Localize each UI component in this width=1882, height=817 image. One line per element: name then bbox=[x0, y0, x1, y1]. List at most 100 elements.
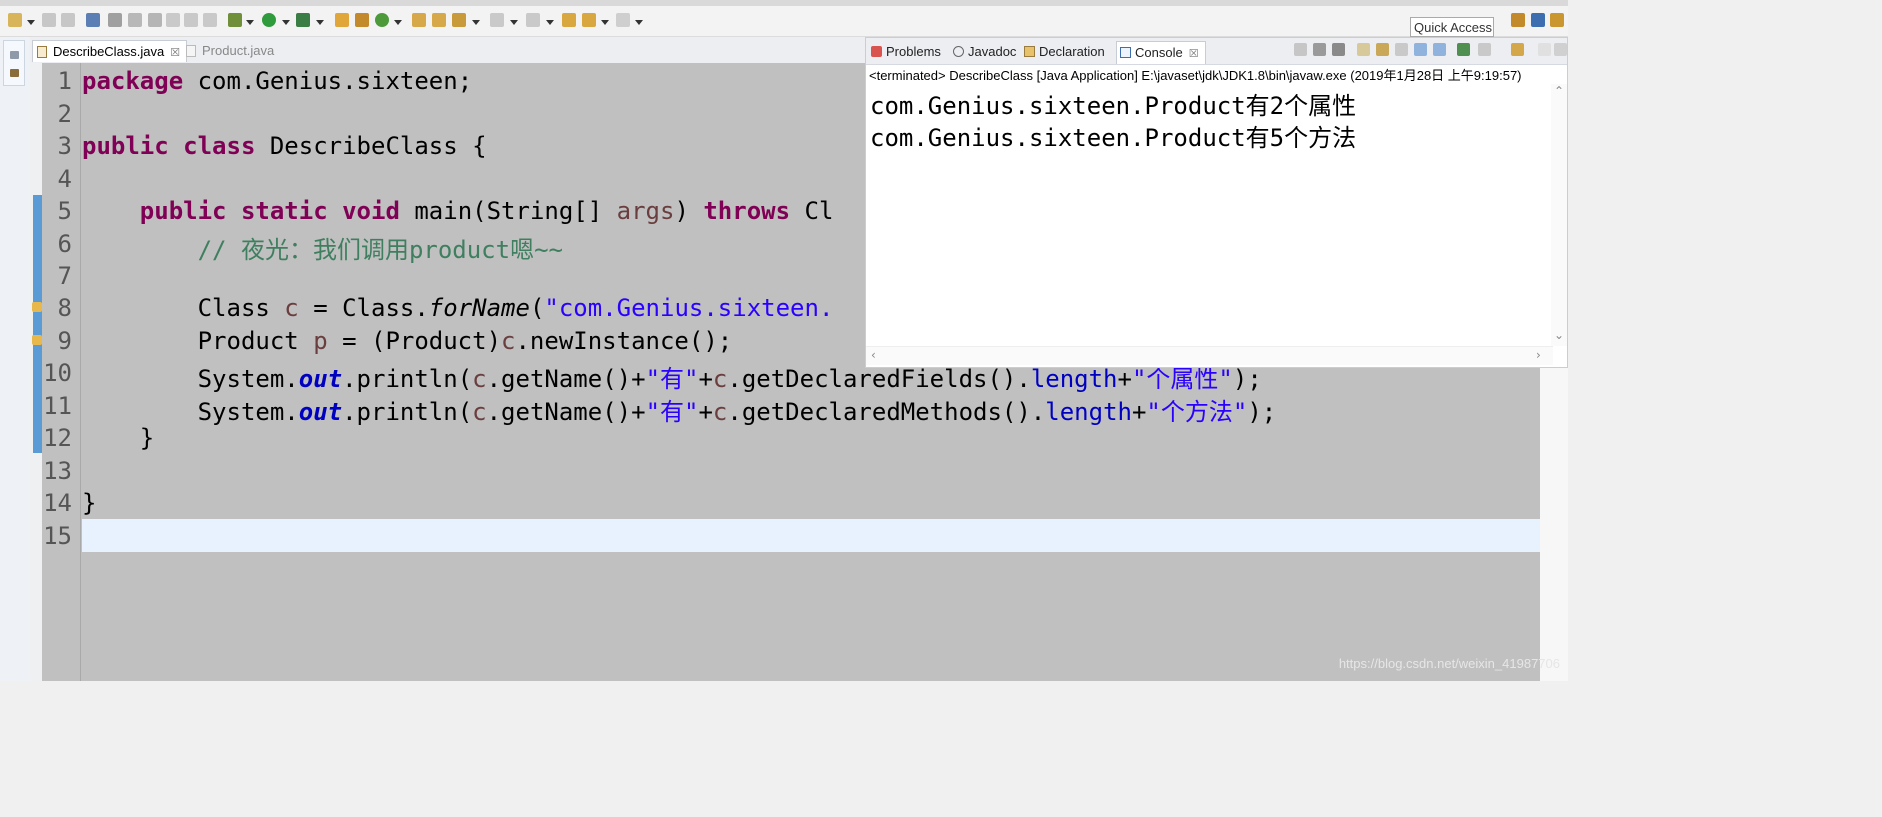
pin-icon[interactable] bbox=[86, 13, 100, 27]
debug-dropdown-icon[interactable] bbox=[246, 20, 254, 25]
prev-annotation-icon[interactable] bbox=[526, 13, 540, 27]
block-icon[interactable] bbox=[184, 13, 198, 27]
forward-dropdown-icon[interactable] bbox=[635, 20, 643, 25]
clear-console-icon[interactable] bbox=[1357, 43, 1370, 56]
line-number: 7 bbox=[57, 262, 72, 290]
show-on-output-icon[interactable] bbox=[1414, 43, 1427, 56]
scroll-lock-icon[interactable] bbox=[1376, 43, 1389, 56]
next-annotation-icon[interactable] bbox=[490, 13, 504, 27]
external-tools-icon[interactable] bbox=[296, 13, 310, 27]
horizontal-scrollbar[interactable]: ‹ › bbox=[866, 346, 1553, 365]
code-text-span: DescribeClass { bbox=[255, 132, 487, 160]
string-literal: "有" bbox=[645, 398, 699, 426]
pin-console-icon[interactable] bbox=[1457, 43, 1470, 56]
java-perspective-icon[interactable] bbox=[1531, 13, 1545, 27]
restore-icon[interactable] bbox=[10, 51, 19, 59]
open-perspective-icon[interactable] bbox=[1511, 13, 1525, 27]
console-output-line: com.Genius.sixteen.Product有5个方法 bbox=[870, 124, 1357, 152]
toggle-mark-icon[interactable] bbox=[148, 13, 162, 27]
save-icon[interactable] bbox=[42, 13, 56, 27]
new-class-dropdown-icon[interactable] bbox=[394, 20, 402, 25]
code-text-span: + bbox=[698, 365, 713, 393]
quick-access-input[interactable]: Quick Access bbox=[1410, 17, 1494, 37]
forward-icon[interactable] bbox=[616, 13, 630, 27]
minimize-icon[interactable] bbox=[1538, 43, 1551, 56]
open-task-icon[interactable] bbox=[432, 13, 446, 27]
code-text-span: .println( bbox=[342, 398, 473, 426]
run-icon[interactable] bbox=[262, 13, 276, 27]
editor-tab-bar: DescribeClass.java ☒ Product.java bbox=[30, 37, 865, 63]
debug-icon[interactable] bbox=[228, 13, 242, 27]
tab-label: Javadoc bbox=[968, 44, 1017, 59]
code-text-span: = (Product) bbox=[327, 327, 502, 355]
tab-problems[interactable]: Problems bbox=[868, 41, 947, 64]
new-class-icon[interactable] bbox=[375, 13, 389, 27]
scroll-left-icon[interactable]: ‹ bbox=[871, 348, 876, 362]
next-annotation-dropdown-icon[interactable] bbox=[510, 20, 518, 25]
tab-describeclass-java[interactable]: DescribeClass.java ☒ bbox=[32, 40, 188, 62]
vertical-scrollbar[interactable]: ⌃ ⌄ bbox=[1551, 84, 1567, 346]
pen-icon[interactable] bbox=[108, 13, 122, 27]
minimized-view-strip bbox=[0, 37, 31, 681]
search-dropdown-icon[interactable] bbox=[472, 20, 480, 25]
keyword: throws bbox=[703, 197, 791, 225]
debug-perspective-icon[interactable] bbox=[1550, 13, 1564, 27]
code-text-span: main(String[] bbox=[399, 197, 617, 225]
word-wrap-icon[interactable] bbox=[1395, 43, 1408, 56]
close-tab-icon[interactable]: ☒ bbox=[1189, 48, 1199, 60]
open-type-icon[interactable] bbox=[412, 13, 426, 27]
maximize-icon[interactable] bbox=[1554, 43, 1567, 56]
run-dropdown-icon[interactable] bbox=[282, 20, 290, 25]
code-text-span: + bbox=[1117, 365, 1132, 393]
save-all-icon[interactable] bbox=[61, 13, 75, 27]
brush-icon[interactable] bbox=[128, 13, 142, 27]
scroll-right-icon[interactable]: › bbox=[1536, 348, 1541, 362]
code-line-3: public class DescribeClass { bbox=[82, 132, 487, 160]
code-line-8: Class c = Class.forName("com.Genius.sixt… bbox=[82, 294, 834, 322]
tab-label: Problems bbox=[886, 44, 941, 59]
watermark: https://blog.csdn.net/weixin_41987706 bbox=[1338, 656, 1560, 671]
scroll-up-icon[interactable]: ⌃ bbox=[1554, 84, 1564, 98]
code-text-span: + bbox=[1131, 398, 1147, 426]
code-text-span: System. bbox=[197, 398, 299, 426]
scroll-down-icon[interactable]: ⌄ bbox=[1554, 328, 1564, 342]
last-edit-icon[interactable] bbox=[562, 13, 576, 27]
code-text-span: ( bbox=[529, 294, 545, 322]
prev-annotation-dropdown-icon[interactable] bbox=[546, 20, 554, 25]
remove-launch-icon[interactable] bbox=[1313, 43, 1326, 56]
local-variable: c bbox=[501, 327, 516, 355]
keyword: static bbox=[240, 197, 328, 225]
external-tools-dropdown-icon[interactable] bbox=[316, 20, 324, 25]
open-console-icon[interactable] bbox=[1511, 43, 1524, 56]
code-text-span: .getDeclaredFields(). bbox=[727, 365, 1031, 393]
back-icon[interactable] bbox=[582, 13, 596, 27]
static-field: out bbox=[298, 365, 343, 393]
close-tab-icon[interactable]: ☒ bbox=[170, 47, 180, 59]
paragraph-icon[interactable] bbox=[203, 13, 217, 27]
tab-product-java[interactable]: Product.java bbox=[182, 40, 280, 62]
display-console-icon[interactable] bbox=[1478, 43, 1491, 56]
terminate-icon[interactable] bbox=[1294, 43, 1307, 56]
code-text-span: ); bbox=[1247, 398, 1277, 426]
tab-javadoc[interactable]: Javadoc bbox=[950, 41, 1022, 64]
new-icon[interactable] bbox=[8, 13, 22, 27]
code-text-span: + bbox=[698, 398, 713, 426]
tab-console[interactable]: Console ☒ bbox=[1116, 41, 1206, 64]
tab-declaration[interactable]: Declaration bbox=[1021, 41, 1111, 64]
console-tab-bar: Problems Javadoc Declaration Console ☒ bbox=[866, 38, 1567, 65]
code-line-1: package com.Genius.sixteen; bbox=[82, 67, 472, 95]
new-dropdown-icon[interactable] bbox=[27, 20, 35, 25]
package-explorer-icon[interactable] bbox=[10, 69, 19, 77]
line-number: 11 bbox=[43, 392, 72, 420]
keyword: void bbox=[342, 197, 400, 225]
local-variable: c bbox=[284, 294, 299, 322]
search-icon[interactable] bbox=[452, 13, 466, 27]
remove-all-icon[interactable] bbox=[1332, 43, 1345, 56]
line-number-gutter: 1 2 3 4 5 6 7 8 9 10 11 12 13 14 15 bbox=[42, 63, 81, 681]
back-dropdown-icon[interactable] bbox=[601, 20, 609, 25]
show-on-error-icon[interactable] bbox=[1433, 43, 1446, 56]
new-java-project-icon[interactable] bbox=[335, 13, 349, 27]
format-icon[interactable] bbox=[166, 13, 180, 27]
line-number: 12 bbox=[43, 424, 72, 452]
new-package-icon[interactable] bbox=[355, 13, 369, 27]
